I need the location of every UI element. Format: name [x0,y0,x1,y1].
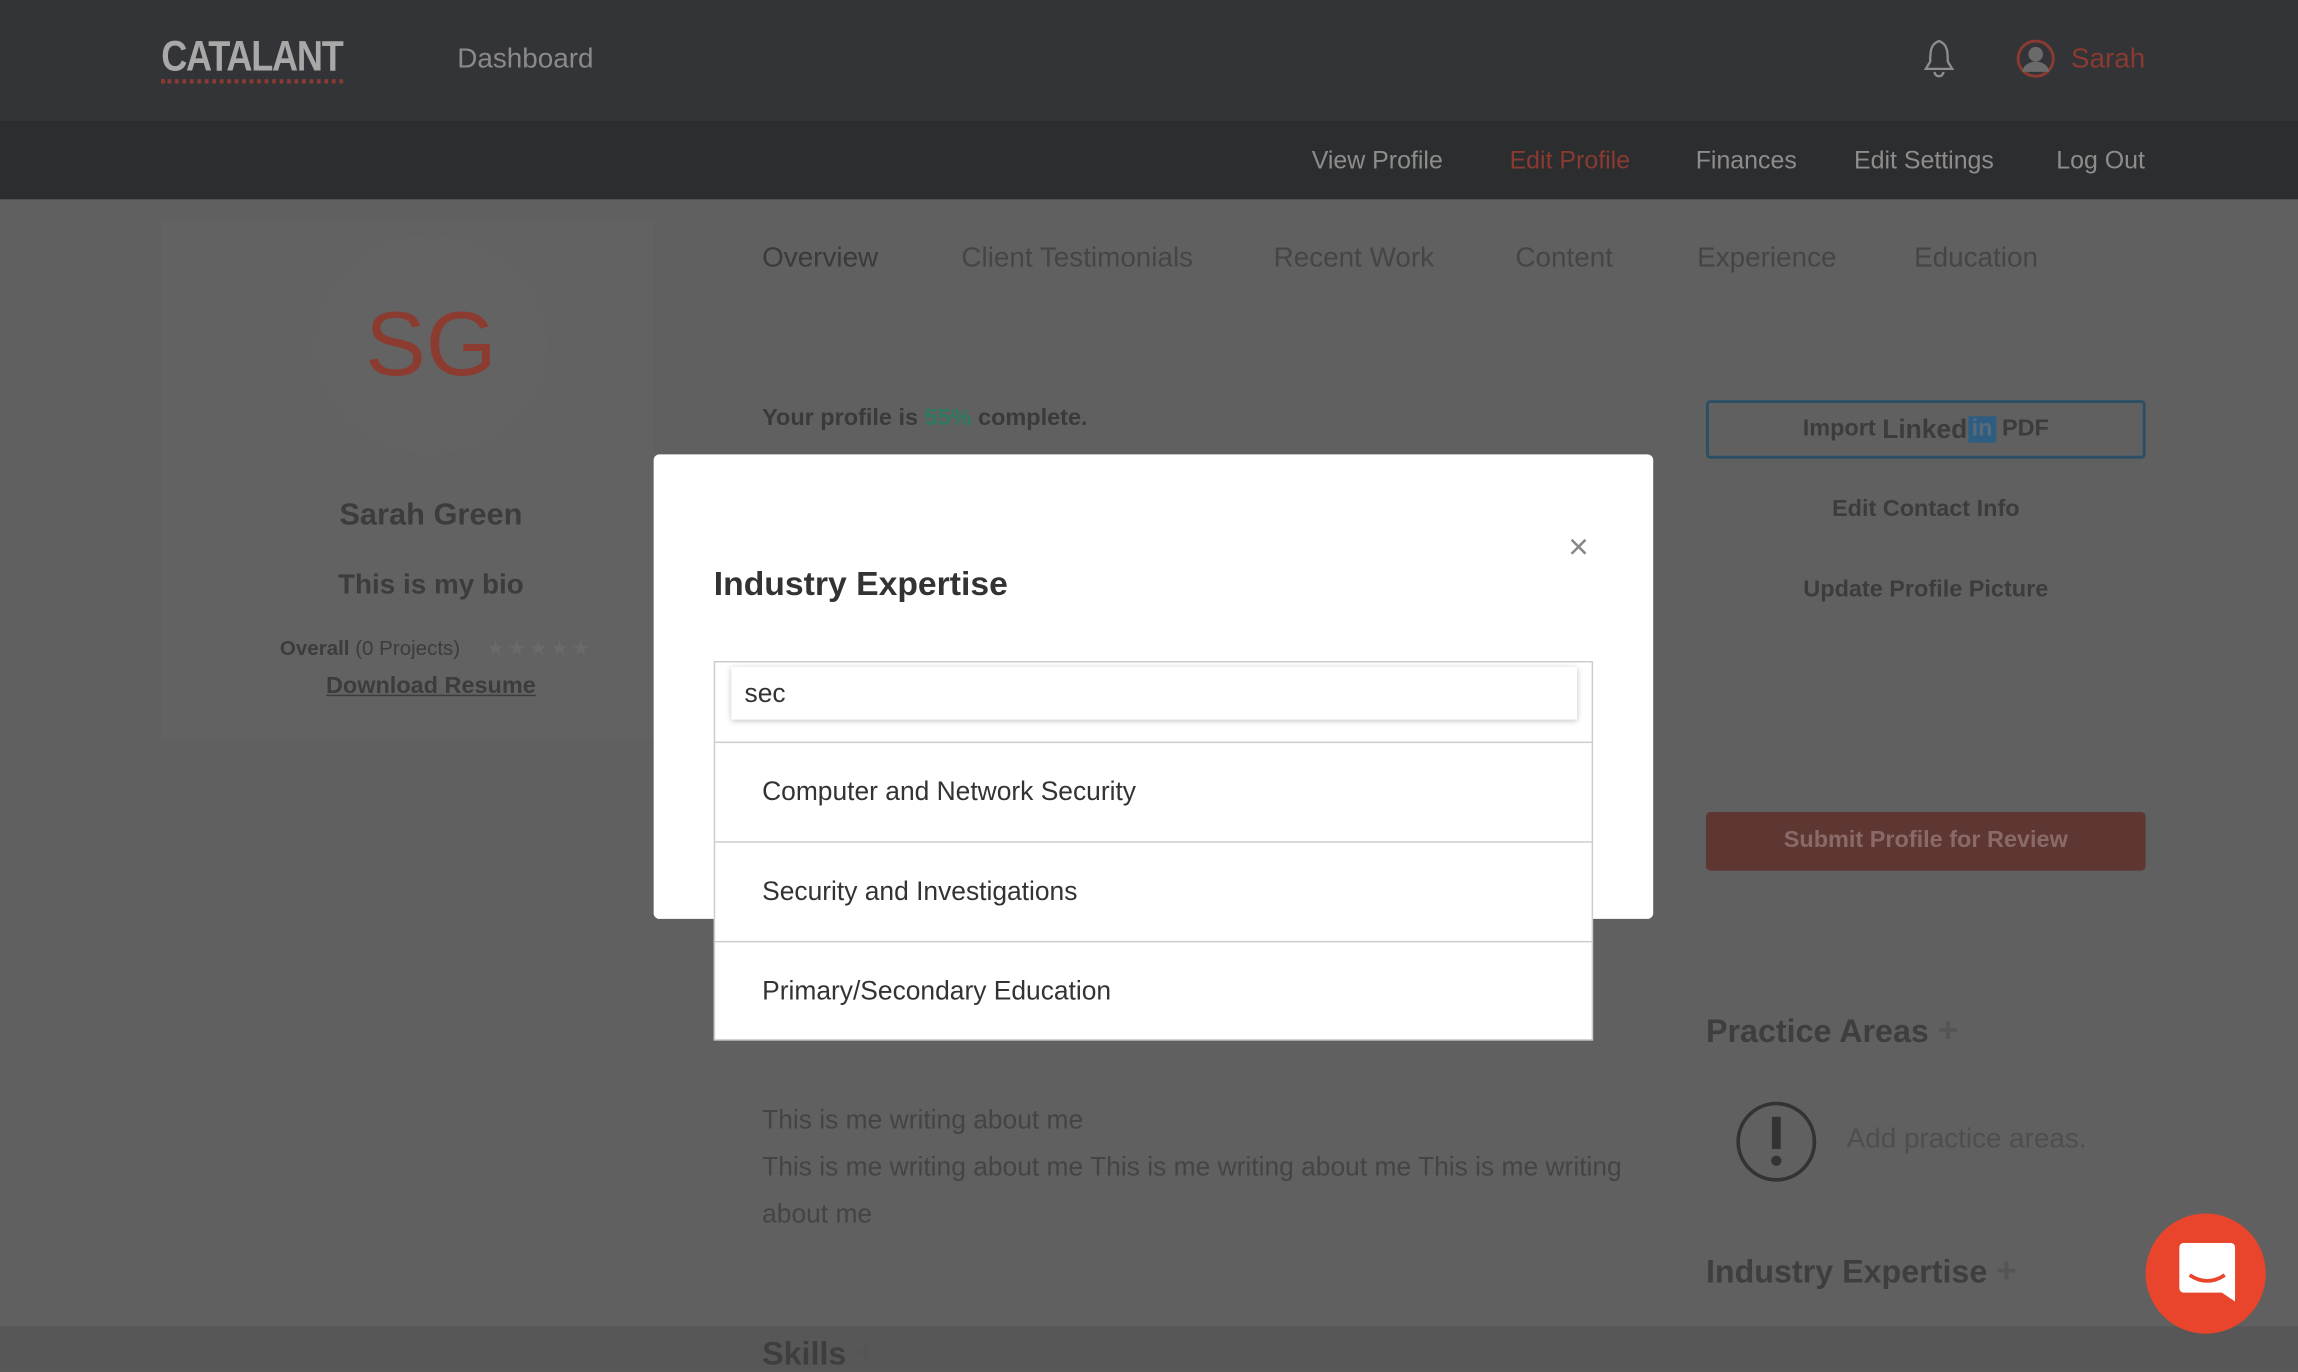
practice-areas-heading: Practice Areas + [1706,1011,1958,1052]
dashboard-link[interactable]: Dashboard [457,44,593,76]
practice-areas-empty: Add practice areas. [1846,1124,2087,1155]
rating-count: (0 Projects) [355,636,461,660]
tab-content[interactable]: Content [1515,243,1613,275]
about-line-3: about me [762,1198,873,1229]
add-industry-plus-icon[interactable]: + [1996,1252,2017,1292]
completion-suffix: complete. [978,405,1088,431]
nav-edit-settings[interactable]: Edit Settings [1854,147,1994,176]
linkedin-wordmark: Linked [1882,414,1968,444]
industry-search-dropdown: Computer and Network Security Security a… [713,660,1594,1041]
download-resume-link[interactable]: Download Resume [161,674,700,700]
option-computer-network-security[interactable]: Computer and Network Security [715,741,1592,842]
submit-profile-button[interactable]: Submit Profile for Review [1705,811,2146,871]
exclamation-circle-icon [1736,1101,1817,1182]
pdf-label: PDF [2001,416,2049,442]
profile-name: Sarah Green [339,498,523,533]
profile-bio: This is my bio [338,570,524,601]
catalant-logo[interactable]: CATALANT [161,35,344,84]
chat-icon [2179,1242,2236,1302]
close-icon[interactable]: × [1568,528,1589,569]
option-primary-secondary-education[interactable]: Primary/Secondary Education [715,940,1592,1041]
user-menu[interactable]: Sarah [2071,44,2145,76]
nav-log-out[interactable]: Log Out [2056,147,2145,176]
industry-expertise-title: Industry Expertise [1705,1253,1988,1290]
completion-prefix: Your profile is [762,405,919,431]
about-line-2: This is me writing about me This is me w… [762,1151,1622,1182]
practice-areas-title: Practice Areas [1705,1012,1929,1050]
nav-edit-profile[interactable]: Edit Profile [1510,147,1630,176]
bell-icon[interactable] [1921,38,1956,79]
industry-search-input[interactable] [731,666,1577,720]
modal-title: Industry Expertise [713,564,1008,603]
linkedin-icon: in [1968,416,1996,443]
star-rating: ★★★★★ [486,636,593,660]
skills-heading: Skills + [762,1334,876,1372]
option-security-investigations[interactable]: Security and Investigations [715,841,1592,941]
edit-contact-info-button[interactable]: Edit Contact Info [1706,484,2146,537]
completion-percent: 55% [924,405,972,431]
add-practice-area-plus-icon[interactable]: + [1938,1011,1959,1051]
import-linkedin-pdf-button[interactable]: Import Linked in PDF [1705,400,2146,459]
nav-view-profile[interactable]: View Profile [1312,147,1443,176]
page: CATALANT Dashboard Sarah View Profile Ed… [0,0,2298,1372]
chat-launcher-button[interactable] [2145,1213,2266,1334]
nav-finances[interactable]: Finances [1696,147,1797,176]
tab-experience[interactable]: Experience [1697,243,1836,275]
rating: Overall (0 Projects) ★★★★★ [280,636,593,661]
industry-expertise-heading: Industry Expertise + [1706,1252,2017,1293]
footer-band [0,1326,2298,1372]
profile-completion: Your profile is 55% complete. [762,406,1087,432]
tab-recent-work[interactable]: Recent Work [1274,243,1434,275]
update-profile-picture-button[interactable]: Update Profile Picture [1706,564,2146,617]
tab-overview[interactable]: Overview [762,243,878,275]
skills-title: Skills [762,1335,847,1372]
tab-client-testimonials[interactable]: Client Testimonials [961,243,1193,275]
avatar-initials: SG [365,294,497,396]
user-avatar-icon[interactable] [2015,38,2056,79]
import-label: Import [1802,416,1876,442]
tab-education[interactable]: Education [1914,243,2038,275]
rating-label: Overall [279,636,350,660]
add-skill-plus-icon[interactable]: + [855,1334,876,1372]
about-line-1: This is me writing about me [762,1105,1084,1135]
